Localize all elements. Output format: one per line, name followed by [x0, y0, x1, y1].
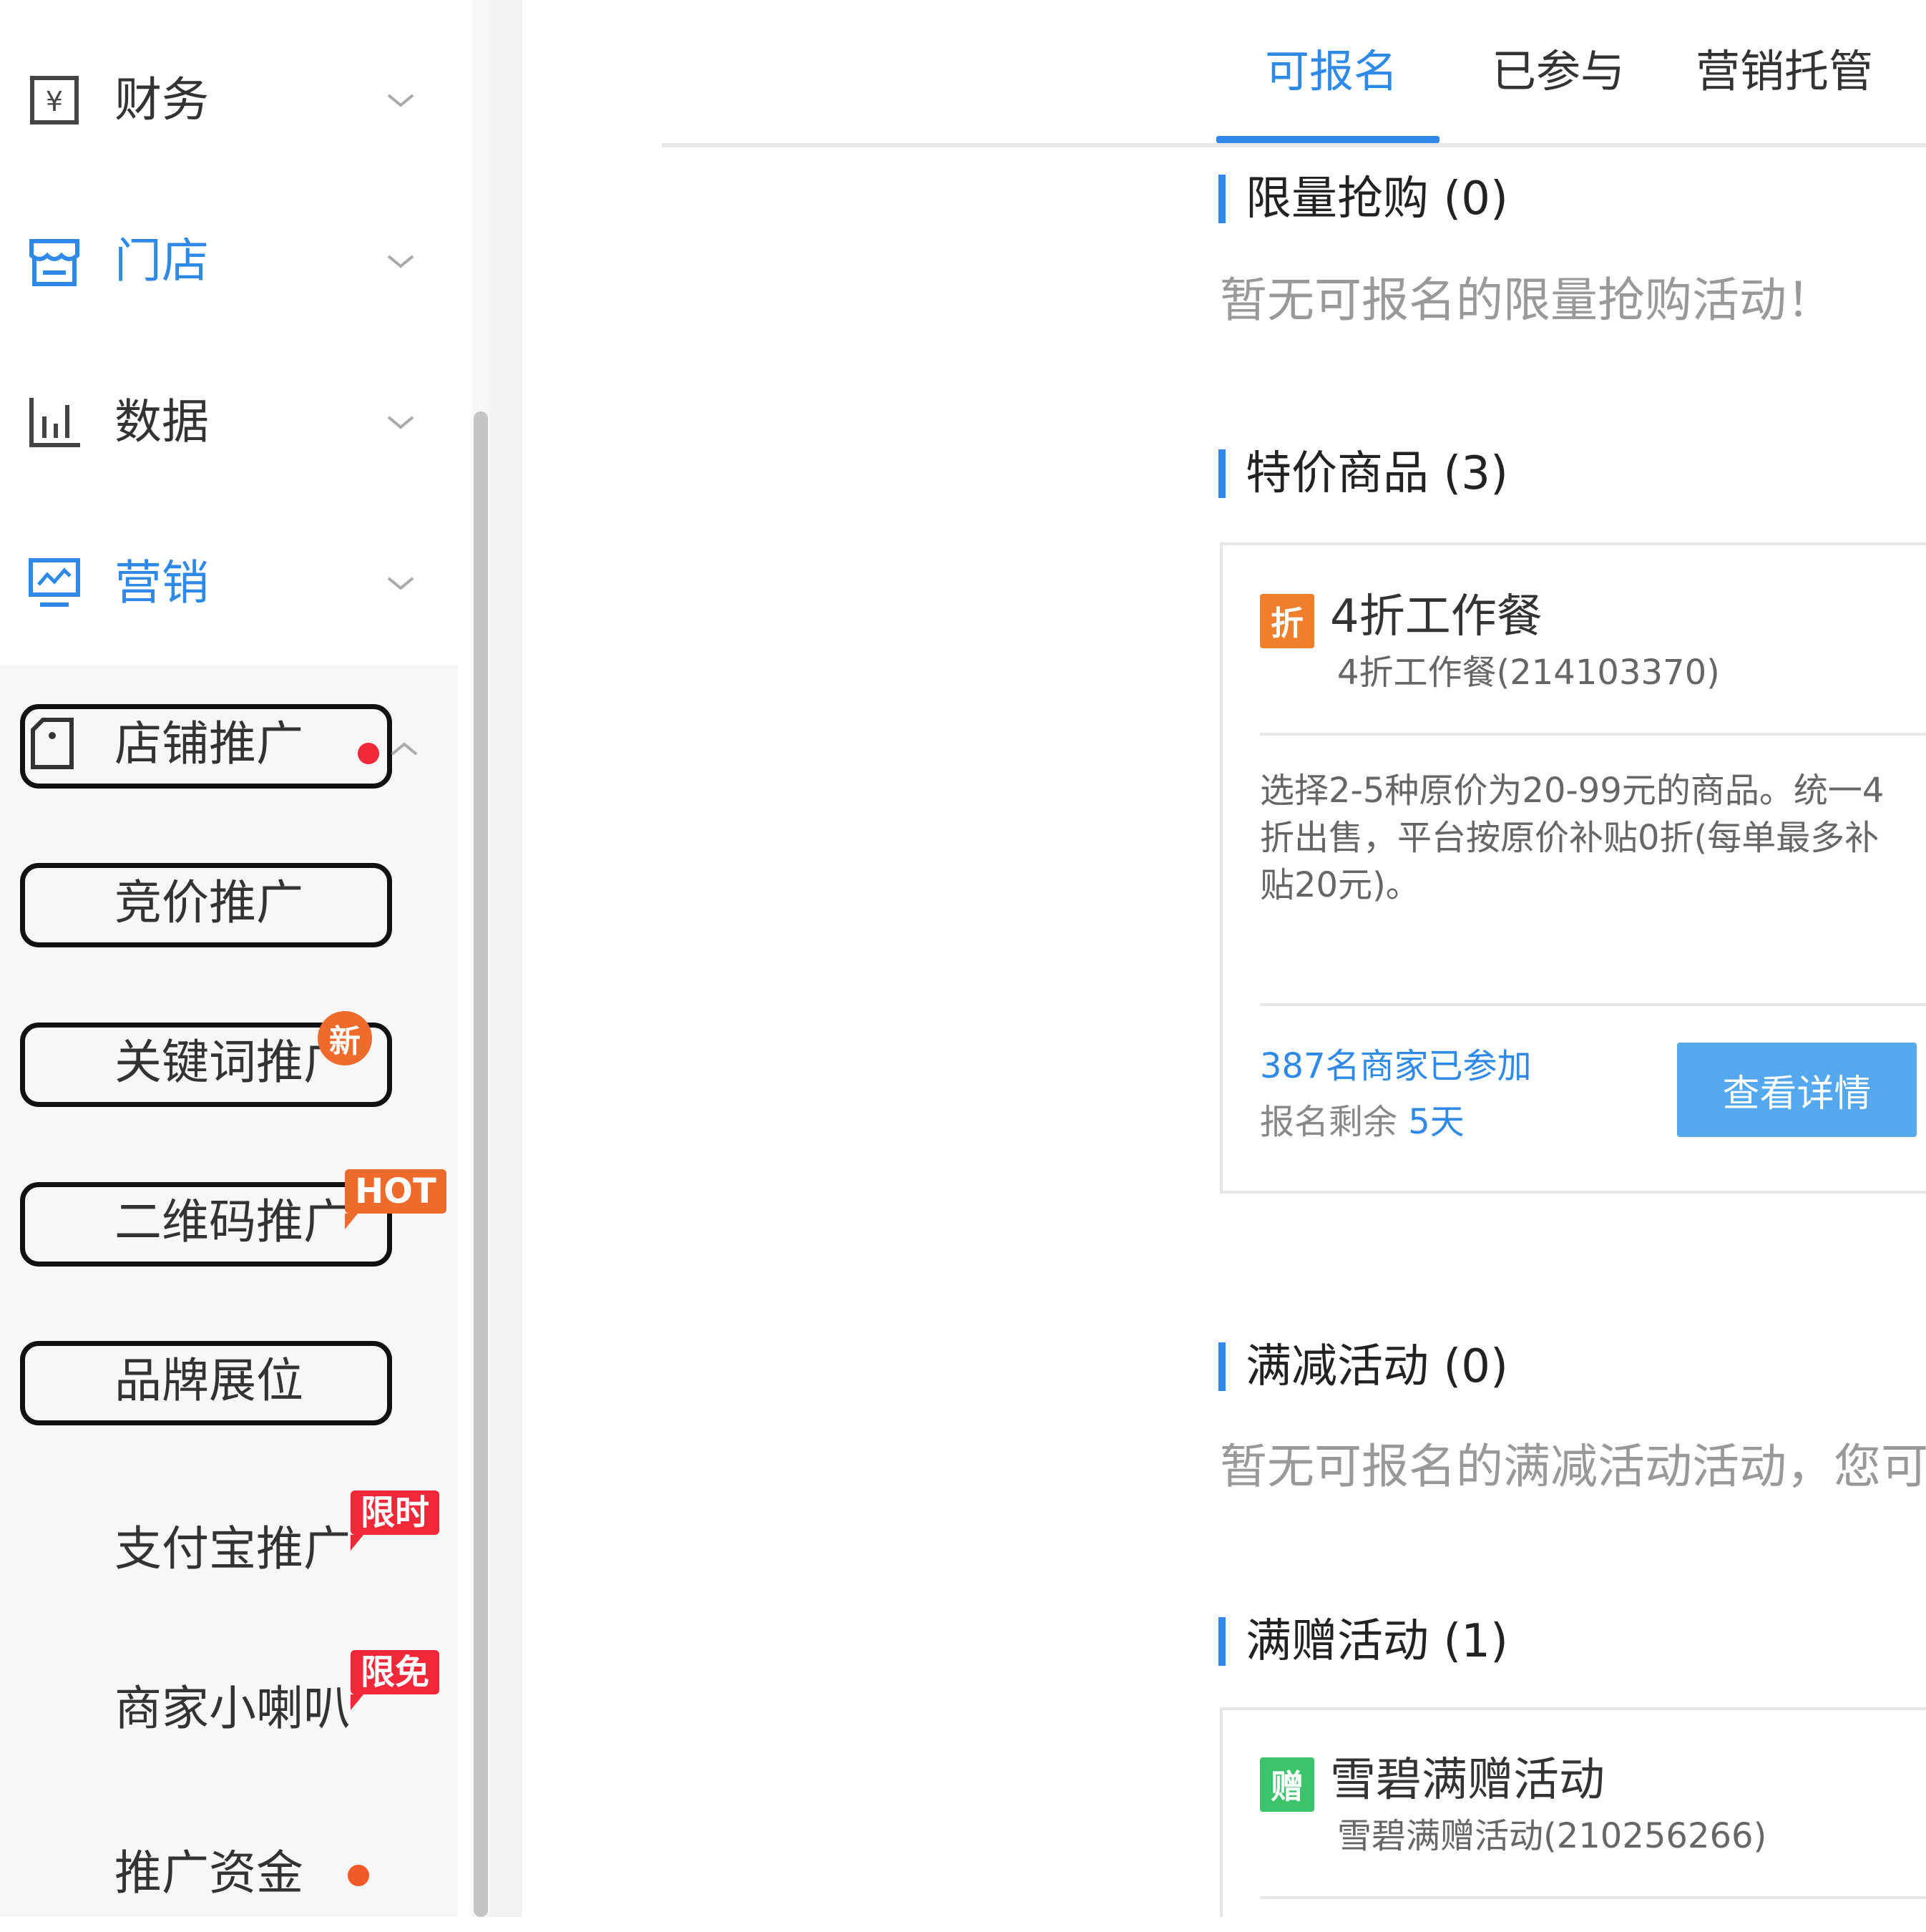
- submenu-label: 支付宝推广: [114, 1521, 351, 1576]
- store-icon: [27, 234, 82, 288]
- marketing-monitor-icon: [27, 556, 82, 610]
- limited-free-badge: 限免: [351, 1650, 440, 1710]
- submenu-label: 二维码推广: [114, 1194, 351, 1249]
- activity-card-full-gift: 赠 雪碧满赠活动 雪碧满赠活动(210256266): [1220, 1707, 1926, 1917]
- shop-tag-icon: [29, 717, 76, 774]
- section-title-full-gift: 满赠活动 (1): [1246, 1615, 1508, 1668]
- submenu-label: 竞价推广: [114, 875, 303, 930]
- remaining-days: 5天: [1408, 1102, 1465, 1142]
- menu-label: 门店: [114, 233, 209, 288]
- card-title: 4折工作餐: [1330, 590, 1543, 643]
- submenu-label: 店铺推广: [114, 716, 303, 771]
- divider: [1260, 1003, 1926, 1006]
- menu-label: 财务: [114, 72, 209, 127]
- sidebar-divider: [490, 0, 522, 1917]
- card-subtitle: 4折工作餐(214103370): [1337, 653, 1720, 693]
- submenu-label: 推广资金: [114, 1845, 303, 1901]
- sidebar: ¥ 财务 门店 数据 营销 店铺推广 竞价推广 关键词推广 新 二维码推广 HO…: [0, 0, 490, 1917]
- chevron-down-icon[interactable]: [383, 565, 419, 601]
- tab-marketing-hosting[interactable]: 营销托管: [1696, 39, 1873, 104]
- tab-joined[interactable]: 已参与: [1492, 39, 1625, 104]
- chevron-down-icon[interactable]: [383, 243, 419, 279]
- section-title-special-price: 特价商品 (3): [1246, 447, 1508, 500]
- submenu-alipay-promo[interactable]: 支付宝推广 限时: [0, 1470, 458, 1614]
- remaining-time: 报名剩余 5天: [1260, 1102, 1465, 1142]
- menu-label: 数据: [114, 394, 209, 449]
- finance-icon: ¥: [27, 73, 82, 127]
- discount-tag: 折: [1260, 594, 1314, 648]
- joined-count: 387名商家已参加: [1260, 1046, 1532, 1086]
- menu-marketing[interactable]: 营销: [0, 540, 458, 626]
- chevron-up-icon[interactable]: [386, 731, 422, 767]
- view-details-button[interactable]: 查看详情: [1677, 1043, 1917, 1137]
- notification-dot: [348, 1865, 369, 1886]
- menu-label: 营销: [114, 555, 209, 610]
- menu-data[interactable]: 数据: [0, 379, 458, 465]
- limited-time-badge: 限时: [351, 1491, 440, 1551]
- new-badge: 新: [318, 1011, 372, 1065]
- divider: [1260, 733, 1926, 736]
- menu-store[interactable]: 门店: [0, 218, 458, 304]
- activity-card-special-price: 折 4折工作餐 4折工作餐(214103370) 选择2-5种原价为20-99元…: [1220, 542, 1926, 1194]
- section-title-flash-sale: 限量抢购 (0): [1246, 172, 1508, 225]
- card-description: 选择2-5种原价为20-99元的商品。统一4折出售，平台按原价补贴0折(每单最多…: [1260, 771, 1885, 905]
- divider: [1260, 1896, 1926, 1899]
- submenu-merchant-speaker[interactable]: 商家小喇叭 限免: [0, 1630, 458, 1773]
- full-reduction-empty-message: 暂无可报名的满减活动活动，您可: [1220, 1439, 1926, 1494]
- submenu-shop-promo[interactable]: 店铺推广: [0, 673, 458, 816]
- submenu-promo-funds[interactable]: 推广资金: [0, 1789, 458, 1932]
- chevron-down-icon[interactable]: [383, 404, 419, 440]
- flash-sale-empty-message: 暂无可报名的限量抢购活动！: [1220, 273, 1834, 328]
- sidebar-scrollbar-thumb[interactable]: [474, 411, 488, 1917]
- tab-enrollable[interactable]: 可报名: [1265, 39, 1398, 104]
- submenu-bid-promo[interactable]: 竞价推广: [0, 831, 458, 975]
- hot-badge: HOT: [345, 1169, 446, 1229]
- data-chart-icon: [27, 395, 82, 449]
- submenu-label: 商家小喇叭: [114, 1681, 351, 1736]
- chevron-down-icon[interactable]: [383, 82, 419, 118]
- submenu-label: 品牌展位: [114, 1353, 303, 1408]
- submenu-keyword-promo[interactable]: 关键词推广 新: [0, 991, 458, 1134]
- notification-dot: [358, 743, 379, 764]
- card-title: 雪碧满赠活动: [1330, 1754, 1605, 1807]
- gift-tag: 赠: [1260, 1757, 1314, 1812]
- card-subtitle: 雪碧满赠活动(210256266): [1337, 1816, 1767, 1856]
- submenu-brand-slot[interactable]: 品牌展位: [0, 1309, 458, 1453]
- section-title-full-reduction: 满减活动 (0): [1246, 1340, 1508, 1393]
- svg-text:¥: ¥: [46, 86, 63, 117]
- active-tab-indicator: [1216, 136, 1439, 143]
- submenu-qrcode-promo[interactable]: 二维码推广 HOT: [0, 1151, 458, 1294]
- menu-finance[interactable]: ¥ 财务: [0, 57, 458, 143]
